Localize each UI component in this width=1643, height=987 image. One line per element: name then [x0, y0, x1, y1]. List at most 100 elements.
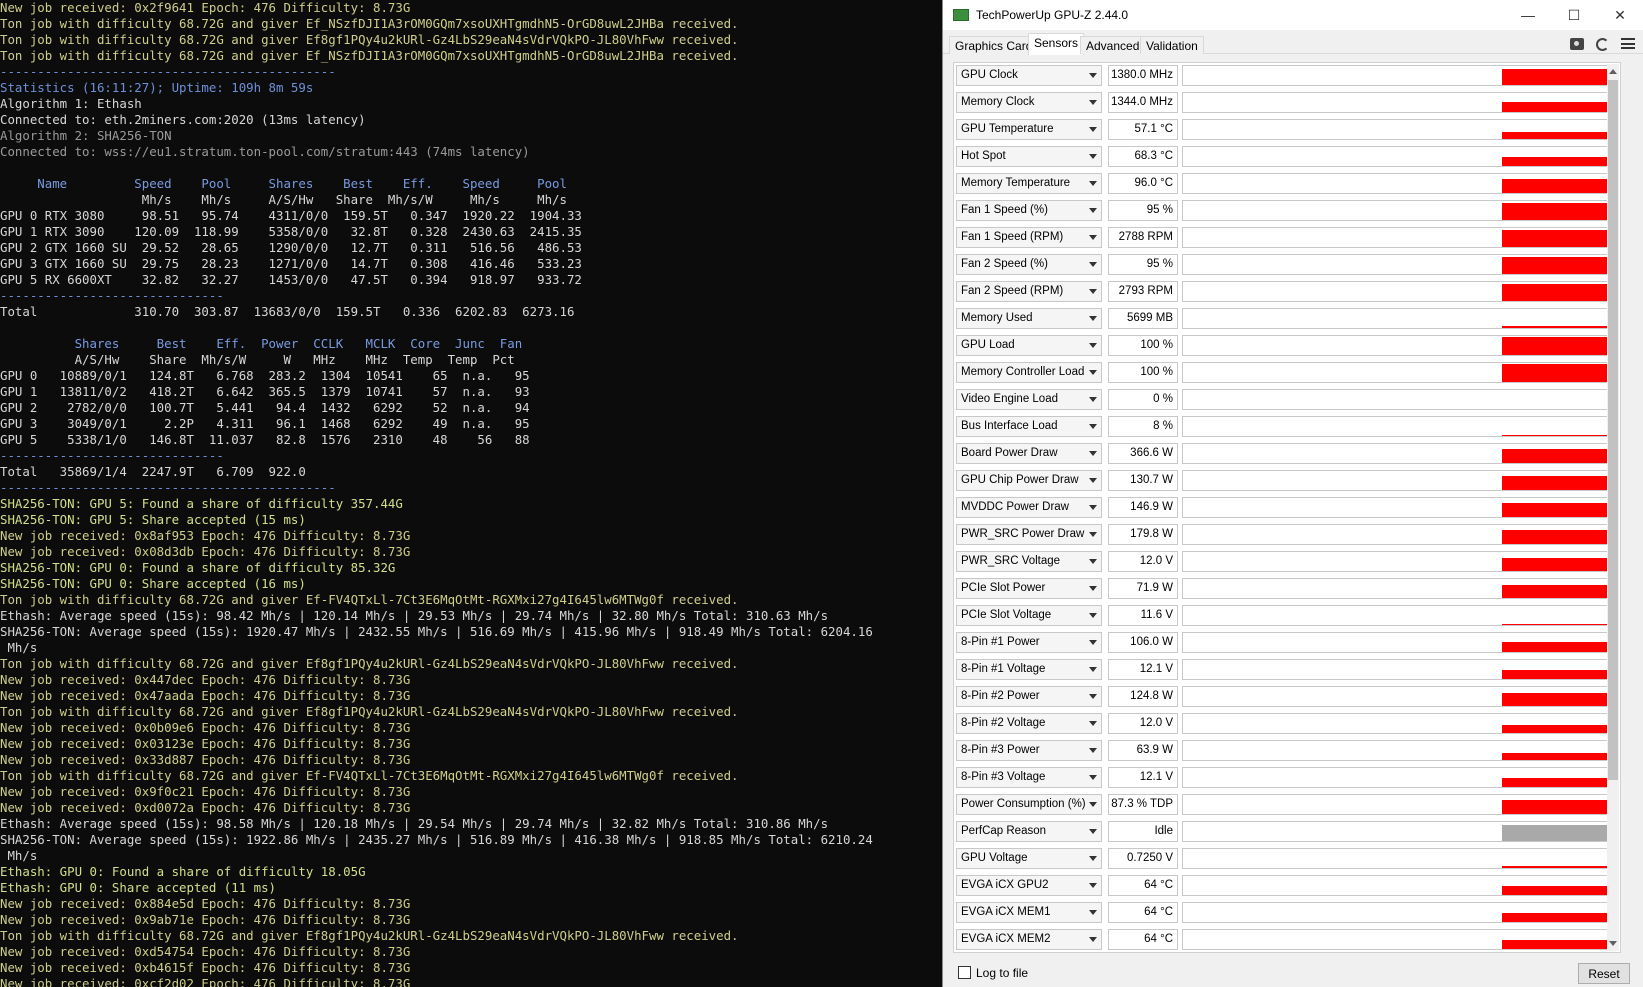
sensor-row: PWR_SRC Voltage 12.0 V [954, 549, 1620, 576]
sensor-name-dropdown[interactable]: Board Power Draw [956, 443, 1102, 464]
sensor-name-dropdown[interactable]: 8-Pin #2 Power [956, 686, 1102, 707]
console-line: Ton job with difficulty 68.72G and giver… [0, 768, 739, 783]
sensor-name-dropdown[interactable]: PWR_SRC Voltage [956, 551, 1102, 572]
sensor-name-dropdown[interactable]: 8-Pin #1 Power [956, 632, 1102, 653]
chevron-down-icon [1089, 208, 1097, 213]
sensor-name-dropdown[interactable]: PCIe Slot Power [956, 578, 1102, 599]
sensor-name: GPU Chip Power Draw [961, 474, 1079, 486]
camera-icon[interactable] [1570, 38, 1584, 50]
sensor-name-dropdown[interactable]: PWR_SRC Power Draw [956, 524, 1102, 545]
log-to-file-checkbox[interactable] [958, 966, 971, 979]
sensor-name-dropdown[interactable]: Fan 1 Speed (%) [956, 200, 1102, 221]
sensor-name-dropdown[interactable]: EVGA iCX GPU2 [956, 875, 1102, 896]
sensor-name-dropdown[interactable]: Video Engine Load [956, 389, 1102, 410]
sensor-name-dropdown[interactable]: Memory Clock [956, 92, 1102, 113]
sensor-name-dropdown[interactable]: Memory Temperature [956, 173, 1102, 194]
sensor-row: Bus Interface Load 8 % [954, 414, 1620, 441]
sensor-name-dropdown[interactable]: Power Consumption (%) [956, 794, 1102, 815]
sensor-graph-bar [1502, 778, 1612, 787]
sensor-graph-bar [1502, 435, 1612, 436]
title-bar[interactable]: TechPowerUp GPU-Z 2.44.0 — ☐ ✕ [943, 0, 1643, 30]
sensor-name: GPU Voltage [961, 852, 1028, 864]
close-button[interactable]: ✕ [1597, 0, 1643, 30]
sensor-graph [1182, 632, 1613, 653]
sensor-row: PWR_SRC Power Draw 179.8 W [954, 522, 1620, 549]
sensor-value: 12.1 V [1108, 659, 1178, 680]
chevron-down-icon [1089, 748, 1097, 753]
sensor-graph-bar [1502, 102, 1612, 112]
sensor-value: 63.9 W [1108, 740, 1178, 761]
sensor-graph-bar [1502, 230, 1612, 247]
chevron-down-icon [1089, 937, 1097, 942]
sensor-graph [1182, 578, 1613, 599]
scrollbar-thumb[interactable] [1608, 80, 1618, 780]
sensor-name: GPU Clock [961, 69, 1018, 81]
sensor-name: 8-Pin #2 Voltage [961, 717, 1046, 729]
sensor-name: MVDDC Power Draw [961, 501, 1069, 513]
sensor-graph [1182, 848, 1613, 869]
reset-button[interactable]: Reset [1578, 963, 1630, 984]
sensor-name-dropdown[interactable]: Memory Controller Load [956, 362, 1102, 383]
sensor-name-dropdown[interactable]: GPU Temperature [956, 119, 1102, 140]
sensor-row: EVGA iCX MEM2 64 °C [954, 927, 1620, 952]
hamburger-menu-icon[interactable] [1621, 38, 1635, 49]
console-line: Ton job with difficulty 68.72G and giver… [0, 32, 739, 47]
sensor-value: 1344.0 MHz [1108, 92, 1178, 113]
sensor-value: 366.6 W [1108, 443, 1178, 464]
sensor-name-dropdown[interactable]: EVGA iCX MEM1 [956, 902, 1102, 923]
sensor-name: EVGA iCX MEM2 [961, 933, 1051, 945]
console-line: SHA256-TON: Average speed (15s): 1922.86… [0, 832, 873, 847]
sensor-list[interactable]: GPU Clock 1380.0 MHz Memory Clock 1344.0 MH… [953, 62, 1621, 953]
sensor-name-dropdown[interactable]: Memory Used [956, 308, 1102, 329]
console-line: ----------------------------------------… [0, 480, 336, 495]
sensor-name-dropdown[interactable]: GPU Load [956, 335, 1102, 356]
sensor-name-dropdown[interactable]: MVDDC Power Draw [956, 497, 1102, 518]
sensor-name-dropdown[interactable]: GPU Clock [956, 65, 1102, 86]
sensor-name-dropdown[interactable]: Fan 2 Speed (%) [956, 254, 1102, 275]
console-line: GPU 2 GTX 1660 SU 29.52 28.65 1290/0/0 1… [0, 240, 582, 255]
sensor-name-dropdown[interactable]: 8-Pin #1 Voltage [956, 659, 1102, 680]
sensor-value: 57.1 °C [1108, 119, 1178, 140]
tab-graphics-card[interactable]: Graphics Card [949, 36, 1039, 54]
sensor-row: Fan 1 Speed (%) 95 % [954, 198, 1620, 225]
chevron-down-icon [1089, 829, 1097, 834]
tab-validation[interactable]: Validation [1140, 36, 1204, 54]
sensor-name-dropdown[interactable]: EVGA iCX MEM2 [956, 929, 1102, 950]
sensor-graph [1182, 470, 1613, 491]
sensor-row: Fan 2 Speed (%) 95 % [954, 252, 1620, 279]
sensor-value: 106.0 W [1108, 632, 1178, 653]
chevron-down-icon [1089, 316, 1097, 321]
sensor-name-dropdown[interactable]: GPU Chip Power Draw [956, 470, 1102, 491]
sensor-graph-bar [1502, 449, 1612, 463]
sensor-name: Fan 2 Speed (RPM) [961, 285, 1064, 297]
sensor-row: Fan 1 Speed (RPM) 2788 RPM [954, 225, 1620, 252]
tab-sensors[interactable]: Sensors [1028, 33, 1085, 55]
sensor-name-dropdown[interactable]: GPU Voltage [956, 848, 1102, 869]
vertical-scrollbar[interactable] [1607, 64, 1619, 951]
sensor-graph [1182, 146, 1613, 167]
console-line: New job received: 0x08d3db Epoch: 476 Di… [0, 544, 411, 559]
sensor-name-dropdown[interactable]: Fan 1 Speed (RPM) [956, 227, 1102, 248]
sensor-name: 8-Pin #1 Voltage [961, 663, 1046, 675]
sensor-graph [1182, 902, 1613, 923]
scroll-up-arrow-icon[interactable] [1609, 69, 1617, 74]
sensor-name-dropdown[interactable]: PerfCap Reason [956, 821, 1102, 842]
sensor-name-dropdown[interactable]: Hot Spot [956, 146, 1102, 167]
sensor-name-dropdown[interactable]: PCIe Slot Voltage [956, 605, 1102, 626]
miner-console[interactable]: New job received: 0x2f9641 Epoch: 476 Di… [0, 0, 942, 987]
sensor-name-dropdown[interactable]: 8-Pin #3 Power [956, 740, 1102, 761]
scroll-down-arrow-icon[interactable] [1609, 941, 1617, 946]
maximize-button[interactable]: ☐ [1551, 0, 1597, 30]
sensor-name-dropdown[interactable]: Fan 2 Speed (RPM) [956, 281, 1102, 302]
refresh-icon[interactable] [1596, 38, 1609, 51]
console-line: New job received: 0x447dec Epoch: 476 Di… [0, 672, 411, 687]
sensor-name-dropdown[interactable]: Bus Interface Load [956, 416, 1102, 437]
sensor-name-dropdown[interactable]: 8-Pin #2 Voltage [956, 713, 1102, 734]
console-line: GPU 1 13811/0/2 418.2T 6.642 365.5 1379 … [0, 384, 530, 399]
sensor-name-dropdown[interactable]: 8-Pin #3 Voltage [956, 767, 1102, 788]
tab-advanced[interactable]: Advanced [1080, 36, 1146, 54]
minimize-button[interactable]: — [1505, 0, 1551, 30]
chevron-down-icon [1089, 73, 1097, 78]
sensor-name: Power Consumption (%) [961, 798, 1086, 810]
sensor-graph-bar [1502, 203, 1612, 220]
